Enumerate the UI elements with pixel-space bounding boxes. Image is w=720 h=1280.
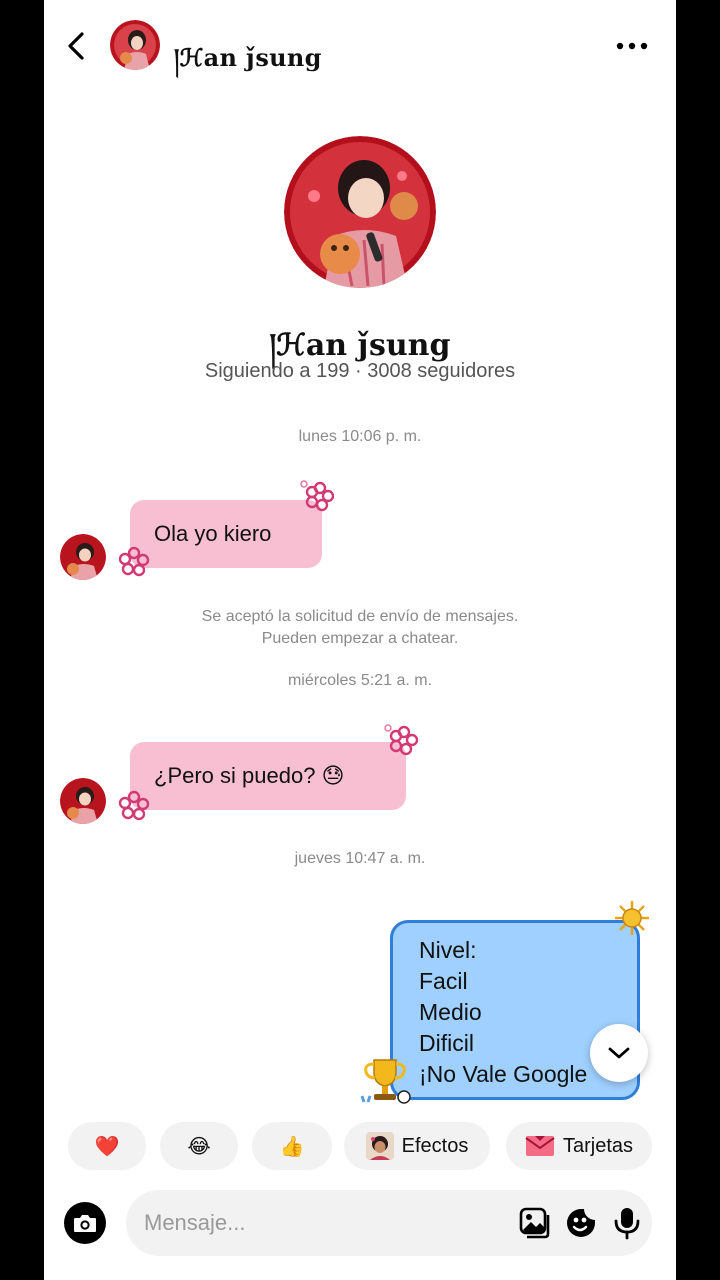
flower-sticker <box>118 790 150 821</box>
cards-label: Tarjetas <box>562 1134 634 1157</box>
flower-sticker <box>300 480 334 512</box>
message-line: Nivel: <box>419 937 477 963</box>
message-text: ¿Pero si puedo? 😓 <box>154 763 345 788</box>
chat-screen: །ℋan ǰsung །ℋan ǰsung Siguiendo a 199 · … <box>44 0 676 1280</box>
profile-avatar[interactable] <box>284 136 436 288</box>
message-composer <box>64 1190 656 1256</box>
system-line: Se aceptó la solicitud de envío de mensa… <box>201 608 519 625</box>
system-message: Se aceptó la solicitud de envío de mensa… <box>44 606 676 650</box>
chat-header: །ℋan ǰsung <box>44 0 676 92</box>
message-bubble[interactable]: ¿Pero si puedo? 😓 <box>130 742 406 810</box>
contact-name[interactable]: །ℋan ǰsung <box>174 32 322 99</box>
message-line: Medio <box>419 999 482 1025</box>
profile-name: །ℋan ǰsung <box>269 328 451 363</box>
sticker-icon[interactable] <box>564 1206 598 1240</box>
message-text: Ola yo kiero <box>154 521 272 546</box>
heart-icon: ❤️ <box>94 1135 120 1158</box>
more-icon[interactable] <box>612 36 652 56</box>
system-line: Pueden empezar a chatear. <box>261 630 459 647</box>
profile-stats: Siguiendo a 199 · 3008 seguidores <box>204 360 516 382</box>
chevron-down-icon <box>608 1047 630 1059</box>
sun-sticker <box>615 901 649 935</box>
camera-button[interactable] <box>64 1202 106 1244</box>
timestamp: lunes 10:06 p. m. <box>298 428 422 445</box>
flower-sticker <box>384 724 418 756</box>
cards-button[interactable]: Tarjetas <box>506 1122 652 1170</box>
avatar[interactable] <box>60 778 106 824</box>
flower-sticker <box>118 546 150 577</box>
timestamp: miércoles 5:21 a. m. <box>287 672 433 689</box>
laugh-icon: 😂 <box>187 1135 211 1158</box>
avatar[interactable] <box>110 20 160 70</box>
reaction-laugh[interactable]: 😂 <box>160 1122 238 1170</box>
gallery-icon[interactable] <box>518 1206 552 1240</box>
reaction-heart[interactable]: ❤️ <box>68 1122 146 1170</box>
camera-icon <box>74 1215 96 1232</box>
thumbs-up-icon: 👍 <box>279 1135 305 1158</box>
trophy-sticker <box>360 1059 411 1104</box>
effects-icon <box>365 1132 394 1160</box>
quick-reactions-bar: ❤️ 😂 👍 Efectos Tarjetas <box>44 1118 676 1174</box>
card-icon <box>525 1136 555 1156</box>
effects-label: Efectos <box>401 1134 469 1157</box>
timestamp: jueves 10:47 a. m. <box>294 850 426 867</box>
reaction-thumbs-up[interactable]: 👍 <box>252 1122 332 1170</box>
message-line: Facil <box>419 968 468 994</box>
avatar[interactable] <box>60 534 106 580</box>
message-bubble[interactable]: Ola yo kiero <box>130 500 322 568</box>
scroll-down-button[interactable] <box>590 1024 648 1082</box>
back-icon[interactable] <box>62 28 92 64</box>
microphone-icon[interactable] <box>610 1206 644 1240</box>
effects-button[interactable]: Efectos <box>344 1122 490 1170</box>
